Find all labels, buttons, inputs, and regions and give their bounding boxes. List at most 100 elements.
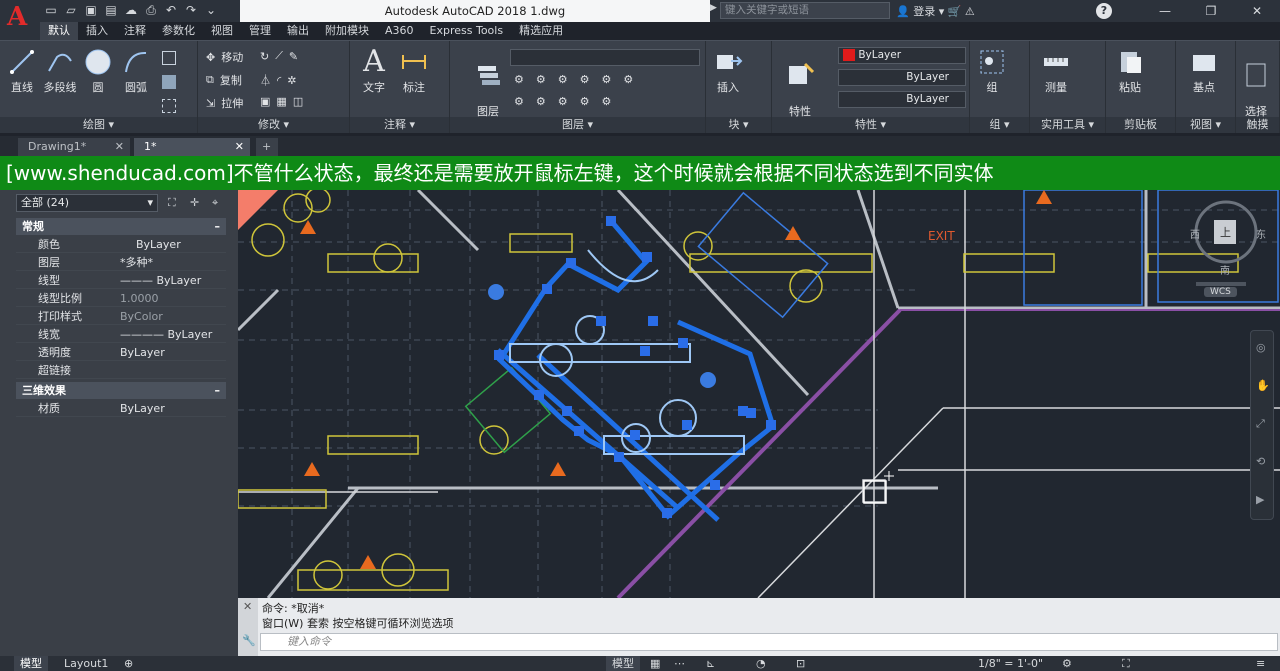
dimension-button[interactable]: 标注 — [396, 47, 432, 95]
tab-output[interactable]: 输出 — [279, 22, 317, 40]
tab-express-tools[interactable]: Express Tools — [422, 22, 512, 40]
prop-row[interactable]: 材质 ByLayer — [16, 400, 226, 417]
compass-east[interactable]: 东 — [1256, 226, 1266, 241]
new-tab-button[interactable]: + — [256, 138, 278, 156]
tab-view[interactable]: 视图 — [203, 22, 241, 40]
measure-button[interactable]: 测量 — [1038, 47, 1074, 95]
layout-tab-layout1[interactable]: Layout1 — [58, 656, 114, 671]
close-icon[interactable]: ✕ — [115, 138, 124, 156]
prop-row[interactable]: 颜色 ByLayer — [16, 236, 226, 253]
ortho-icon[interactable]: ⊾ — [700, 656, 721, 671]
tab-addins[interactable]: 附加模块 — [317, 22, 377, 40]
undo-icon[interactable]: ↶ — [164, 3, 178, 17]
close-icon[interactable]: ✕ — [243, 600, 252, 613]
layout-tab-model[interactable]: 模型 — [14, 656, 48, 671]
layer-tool-icon[interactable]: ⚙ — [536, 73, 546, 86]
mirror-icon[interactable]: ⏃ — [260, 72, 271, 88]
tab-home[interactable]: 默认 — [40, 22, 78, 40]
polar-icon[interactable]: ◔ — [750, 656, 772, 671]
tab-featured-apps[interactable]: 精选应用 — [511, 22, 571, 40]
doc-tab-1[interactable]: 1* ✕ — [134, 138, 250, 156]
quick-select-icon[interactable]: ⛶ — [168, 196, 176, 210]
section-general[interactable]: 常规 – — [16, 218, 226, 235]
layer-tool-icon[interactable]: ⚙ — [558, 73, 568, 86]
modify-panel-label[interactable]: 修改 ▾ — [198, 117, 349, 133]
block-panel-label[interactable]: 块 ▾ — [706, 117, 771, 133]
compass-west[interactable]: 西 — [1190, 226, 1200, 241]
cloud-icon[interactable]: ☁ — [124, 3, 138, 17]
fullscreen-icon[interactable]: ⛶ — [1116, 656, 1136, 671]
tab-insert[interactable]: 插入 — [78, 22, 116, 40]
layer-tool-icon[interactable]: ⚙ — [514, 95, 524, 108]
clipboard-panel-label[interactable]: 剪贴板 — [1106, 117, 1175, 133]
print-icon[interactable]: ⎙ — [144, 3, 158, 17]
fillet-icon[interactable]: ◜ — [277, 74, 281, 87]
orbit-icon[interactable]: ⟲ — [1256, 455, 1265, 468]
tab-a360[interactable]: A360 — [377, 22, 422, 40]
new-icon[interactable]: ▭ — [44, 3, 58, 17]
lineweight-dropdown[interactable]: ByLayer — [838, 91, 966, 108]
save-icon[interactable]: ▣ — [84, 3, 98, 17]
help-icon[interactable]: ? — [1096, 3, 1112, 19]
redo-icon[interactable]: ↷ — [184, 3, 198, 17]
paste-button[interactable]: 粘贴 — [1112, 47, 1148, 95]
stretch-tool[interactable]: ⇲ 拉伸 — [206, 95, 243, 111]
layer-tool-icon[interactable]: ⚙ — [623, 73, 633, 86]
rotate-icon[interactable]: ↻ — [260, 50, 269, 63]
compass-top[interactable]: 上 — [1220, 224, 1231, 240]
scale-icon[interactable]: ▣ — [260, 95, 270, 108]
steering-wheel-icon[interactable]: ◎ — [1256, 341, 1266, 354]
doc-tab-drawing1[interactable]: Drawing1* ✕ — [18, 138, 130, 156]
compass-south[interactable]: 南 — [1220, 262, 1230, 277]
open-icon[interactable]: ▱ — [64, 3, 78, 17]
select-objects-icon[interactable]: ✛ — [190, 196, 199, 209]
layer-tool-icon[interactable]: ⚙ — [558, 95, 568, 108]
section-3d-effects[interactable]: 三维效果 – — [16, 382, 226, 399]
prop-row[interactable]: 打印样式 ByColor — [16, 308, 226, 325]
offset-icon[interactable]: ◫ — [293, 95, 303, 108]
circle-button[interactable]: 圆 — [80, 47, 116, 95]
text-button[interactable]: A 文字 — [356, 47, 392, 95]
minimize-icon[interactable]: — — [1142, 0, 1188, 22]
search-input[interactable]: 键入关键字或短语 — [720, 2, 890, 19]
layer-dropdown[interactable] — [510, 49, 700, 66]
close-icon[interactable]: ✕ — [1234, 0, 1280, 22]
tab-annotate[interactable]: 注释 — [116, 22, 154, 40]
properties-panel-label[interactable]: 特性 ▾ — [772, 117, 969, 133]
selection-dropdown[interactable]: 全部 (24) ▾ — [16, 194, 158, 212]
line-button[interactable]: 直线 — [4, 47, 40, 95]
prop-row[interactable]: 线型 ——— ByLayer — [16, 272, 226, 289]
erase-icon[interactable]: ✎ — [289, 50, 298, 63]
command-input[interactable]: 键入命令 — [260, 633, 1278, 651]
prop-row[interactable]: 线宽 ———— ByLayer — [16, 326, 226, 343]
insert-button[interactable]: 插入 — [710, 47, 746, 95]
groups-panel-label[interactable]: 组 ▾ — [970, 117, 1029, 133]
pickadd-icon[interactable]: ⌖ — [212, 196, 218, 210]
draw-panel-label[interactable]: 绘图 ▾ — [0, 117, 197, 133]
view-panel-label[interactable]: 视图 ▾ — [1176, 117, 1235, 133]
pan-icon[interactable]: ✋ — [1256, 379, 1270, 392]
drawing-canvas[interactable]: EXIT — [238, 190, 1280, 598]
showmotion-icon[interactable]: ▶ — [1256, 493, 1264, 506]
copy-tool[interactable]: ⧉ 复制 — [206, 72, 242, 88]
annotation-scale[interactable]: 1/8" = 1'-0" — [972, 656, 1049, 671]
polyline-button[interactable]: 多段线 — [42, 47, 78, 95]
color-dropdown[interactable]: ByLayer — [838, 47, 966, 64]
wcs-label[interactable]: WCS — [1204, 287, 1237, 297]
rectangle-icon[interactable] — [162, 51, 176, 65]
group-button[interactable]: 组 — [974, 47, 1010, 95]
arc-button[interactable]: 圆弧 — [118, 47, 154, 95]
settings-icon[interactable]: ⚙ — [1056, 656, 1078, 671]
annotation-panel-label[interactable]: 注释 ▾ — [350, 117, 449, 133]
layer-tool-icon[interactable]: ⚙ — [514, 73, 524, 86]
search-expand-icon[interactable]: ▶ — [710, 3, 717, 13]
array-icon[interactable]: ▦ — [276, 95, 286, 108]
workspace-icon[interactable]: ⌄ — [204, 3, 218, 17]
tab-parametric[interactable]: 参数化 — [154, 22, 203, 40]
zoom-extents-icon[interactable]: ⤢ — [1256, 417, 1265, 431]
grid-icon[interactable]: ▦ — [644, 656, 666, 671]
app-menu-button[interactable]: A — [0, 0, 40, 40]
explode-icon[interactable]: ✲ — [287, 74, 296, 87]
move-tool[interactable]: ✥ 移动 — [206, 49, 243, 65]
prop-row[interactable]: 图层 *多种* — [16, 254, 226, 271]
